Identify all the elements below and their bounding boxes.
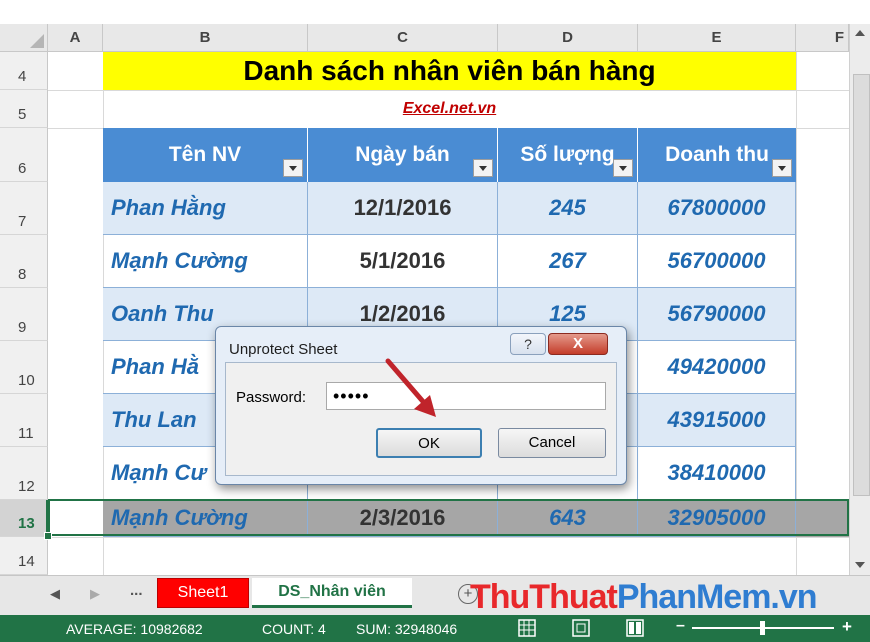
table-header-rev[interactable]: Doanh thu [638, 128, 796, 182]
table-header-date[interactable]: Ngày bán [308, 128, 498, 182]
row-header-11[interactable]: 11 [0, 394, 48, 447]
table-header-date-label: Ngày bán [355, 143, 450, 166]
annotation-arrow-icon [385, 358, 436, 417]
scrollbar-thumb[interactable] [853, 74, 870, 496]
zoom-out-icon[interactable]: – [676, 617, 685, 635]
table-header-rev-label: Doanh thu [665, 143, 769, 166]
cell-rev[interactable]: 56700000 [638, 235, 796, 288]
tab-ds-nhan-vien[interactable]: DS_Nhân viên [252, 578, 412, 608]
watermark-part1: ThuThuat [470, 578, 618, 616]
column-header-b[interactable]: B [103, 24, 308, 52]
table-header-name-label: Tên NV [168, 143, 242, 166]
close-button[interactable]: X [548, 333, 608, 355]
column-header-a[interactable]: A [48, 24, 103, 52]
cell-rev[interactable]: 43915000 [638, 394, 796, 447]
cell-qty[interactable]: 245 [498, 182, 638, 235]
cell-date[interactable]: 5/1/2016 [308, 235, 498, 288]
cell-name[interactable]: Mạnh Cường [103, 500, 308, 537]
cell-rev[interactable]: 67800000 [638, 182, 796, 235]
row-header-14[interactable]: 14 [0, 537, 48, 575]
fill-handle[interactable] [44, 532, 52, 540]
row-header-7[interactable]: 7 [0, 182, 48, 235]
row-header-13[interactable]: 13 [0, 500, 48, 537]
zoom-slider-thumb[interactable] [760, 621, 765, 635]
cell-qty[interactable]: 267 [498, 235, 638, 288]
sheet-subtitle-link[interactable]: Excel.net.vn [103, 92, 796, 126]
row-header-9[interactable]: 9 [0, 288, 48, 341]
row-header-4[interactable]: 4 [0, 52, 48, 90]
column-header-e[interactable]: E [638, 24, 796, 52]
row-header-12[interactable]: 12 [0, 447, 48, 500]
column-header-d[interactable]: D [498, 24, 638, 52]
tab-scroll-left-icon[interactable]: ◀ [50, 586, 60, 602]
cancel-button[interactable]: Cancel [498, 428, 606, 458]
cell-rev[interactable]: 38410000 [638, 447, 796, 500]
watermark-part2: PhanMem.vn [616, 578, 818, 616]
ok-button[interactable]: OK [376, 428, 482, 458]
watermark: ThuThuatPhanMem.vn [470, 578, 818, 617]
password-label: Password: [236, 389, 307, 406]
cell-date[interactable]: 2/3/2016 [308, 500, 498, 537]
tab-sheet1[interactable]: Sheet1 [157, 578, 249, 608]
formula-bar-area [0, 0, 870, 24]
cell-rev[interactable]: 56790000 [638, 288, 796, 341]
zoom-in-icon[interactable]: + [842, 617, 852, 637]
tab-scroll-right-icon[interactable]: ▶ [90, 586, 100, 602]
status-sum: SUM: 32948046 [356, 621, 458, 637]
password-input[interactable]: ••••• [326, 382, 606, 410]
column-header-f[interactable]: F [796, 24, 849, 52]
cell-name[interactable]: Mạnh Cường [103, 235, 308, 288]
table-header-qty-label: Số lượng [520, 143, 615, 166]
more-sheets-button[interactable]: ... [130, 582, 143, 599]
gridline [48, 537, 849, 538]
column-header-c[interactable]: C [308, 24, 498, 52]
cell-rev[interactable]: 49420000 [638, 341, 796, 394]
status-bar: AVERAGE: 10982682 COUNT: 4 SUM: 32948046… [0, 615, 870, 642]
page-layout-view-icon[interactable] [572, 619, 590, 637]
sheet-title[interactable]: Danh sách nhân viên bán hàng [103, 52, 796, 90]
cell-date[interactable]: 12/1/2016 [308, 182, 498, 235]
table-header-name[interactable]: Tên NV [103, 128, 308, 182]
status-average: AVERAGE: 10982682 [66, 621, 203, 637]
gridline [48, 90, 849, 91]
filter-dropdown-icon[interactable] [473, 159, 493, 177]
scroll-down-icon[interactable] [855, 562, 865, 568]
status-count: COUNT: 4 [262, 621, 326, 637]
cell-rev[interactable]: 32905000 [638, 500, 796, 537]
help-button[interactable]: ? [510, 333, 546, 355]
scroll-up-icon[interactable] [855, 30, 865, 36]
normal-view-icon[interactable] [518, 619, 536, 637]
vertical-scrollbar[interactable] [849, 24, 870, 576]
row-header-10[interactable]: 10 [0, 341, 48, 394]
row-header-5[interactable]: 5 [0, 90, 48, 128]
table-header-qty[interactable]: Số lượng [498, 128, 638, 182]
page-break-view-icon[interactable] [626, 619, 644, 637]
cell-qty[interactable]: 643 [498, 500, 638, 537]
cell-name[interactable]: Phan Hằng [103, 182, 308, 235]
filter-dropdown-icon[interactable] [772, 159, 792, 177]
row-header-6[interactable]: 6 [0, 128, 48, 182]
dialog-title: Unprotect Sheet [229, 341, 338, 358]
filter-dropdown-icon[interactable] [613, 159, 633, 177]
row-header-8[interactable]: 8 [0, 235, 48, 288]
select-all-corner[interactable] [0, 24, 48, 52]
worksheet[interactable]: A B C D E F 4 5 6 7 8 9 10 11 12 13 14 D… [0, 0, 870, 576]
gridline [796, 52, 797, 575]
filter-dropdown-icon[interactable] [283, 159, 303, 177]
